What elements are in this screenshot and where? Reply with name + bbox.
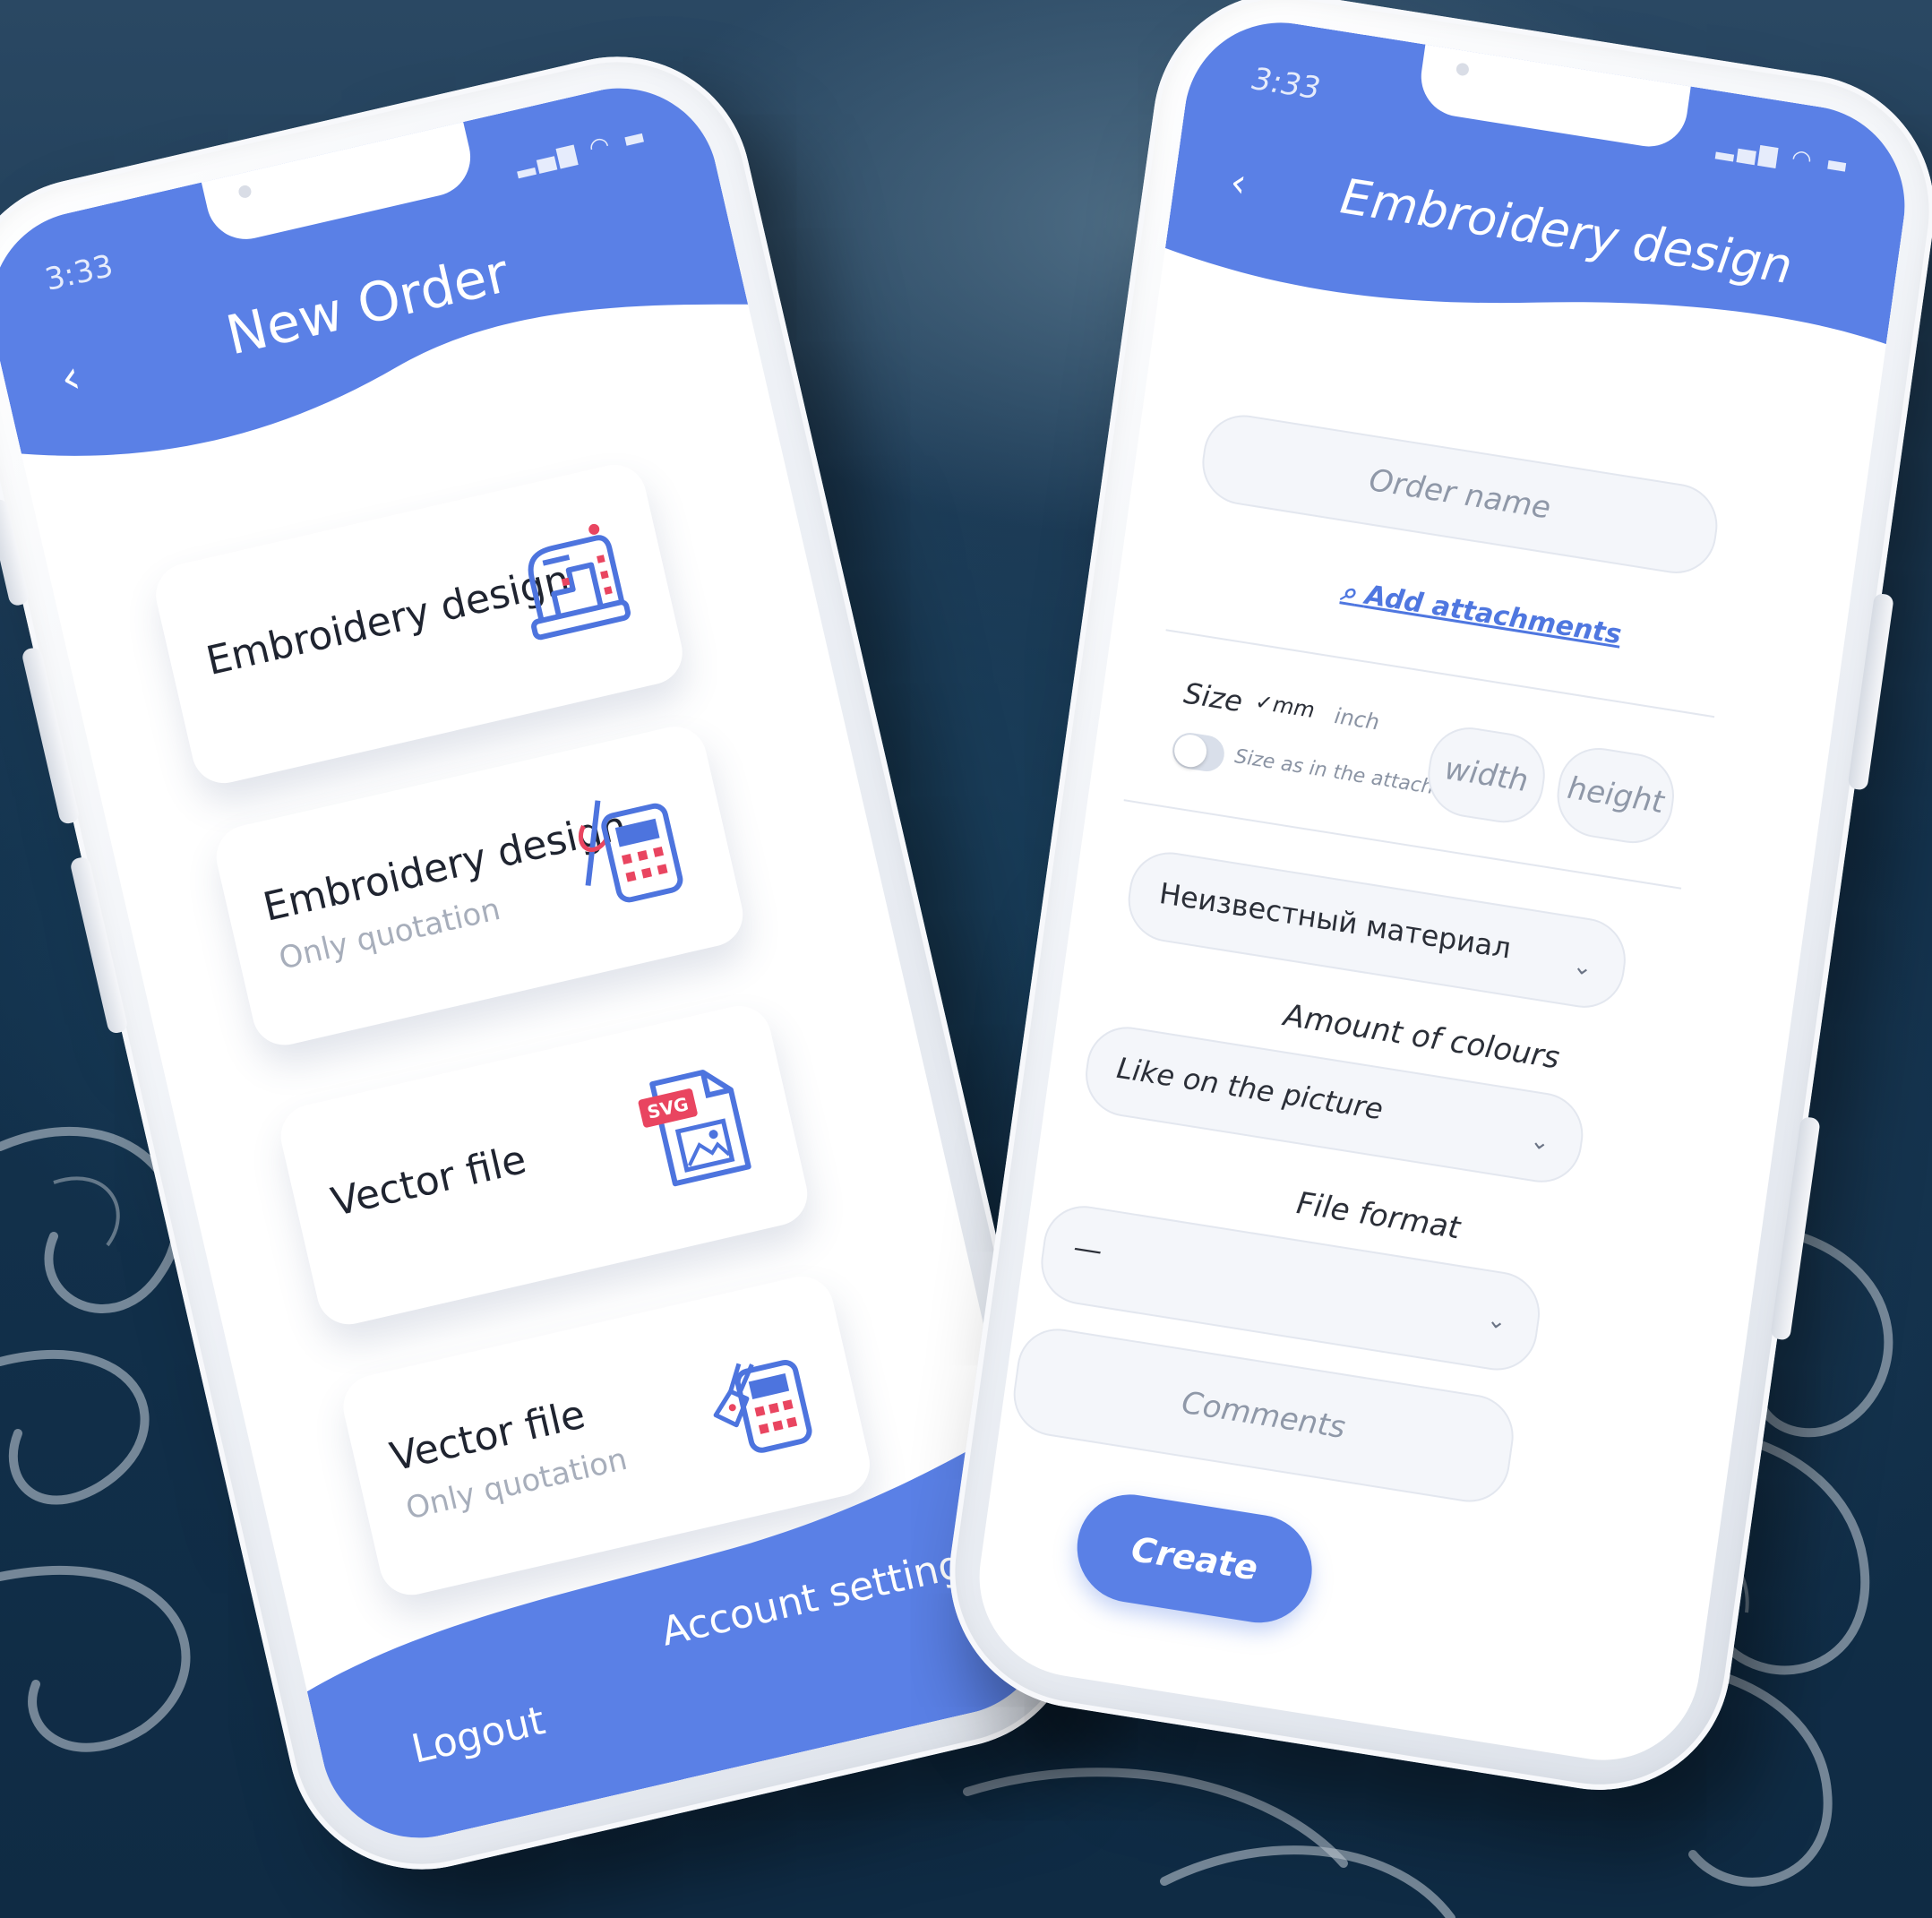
card-embroidery-quotation[interactable]: Embroidery design Only quotation [210,720,750,1052]
phone-new-order: 3:33 ▂▄▆ ◠ ▬ ‹ New Order Embroidery desi… [0,30,1107,1896]
unit-mm-option[interactable]: ✓mm [1254,689,1317,723]
app-header: 3:33 ▂▄▆ ◠ ▬ ‹ New Order [0,68,760,524]
pen-calculator-icon [713,1360,812,1453]
toggle-knob [1172,732,1209,770]
add-attachments-label: Add attachments [1362,579,1624,651]
unit-mm-label: mm [1271,692,1317,724]
chevron-down-icon: ⌄ [1528,1126,1552,1157]
paperclip-icon: ⌕ [1338,575,1359,609]
new-order-screen: 3:33 ▂▄▆ ◠ ▬ ‹ New Order Embroidery desi… [0,68,1069,1858]
chevron-down-icon: ⌄ [1485,1305,1508,1336]
order-name-input[interactable]: Order name [1197,409,1723,580]
card-embroidery-design[interactable]: Embroidery design [150,458,689,790]
front-camera [1455,62,1470,77]
wifi-icon: ◠ [586,130,616,162]
width-input[interactable]: width [1422,721,1550,829]
phone-embroidery-design: 3:33 ▂▄▆ ◠ ▬ ‹ Embroidery design Order n… [932,0,1932,1810]
unit-inch-option[interactable]: inch [1333,703,1381,735]
embroidery-design-screen: 3:33 ▂▄▆ ◠ ▬ ‹ Embroidery design Order n… [966,8,1918,1775]
needle-calculator-icon [578,800,683,903]
svg-file-icon: SVG [638,1070,751,1187]
chevron-down-icon: ⌄ [1571,952,1594,983]
battery-icon: ▬ [1824,150,1854,181]
scene: 3:33 ▂▄▆ ◠ ▬ ‹ New Order Embroidery desi… [0,0,1932,1918]
create-button[interactable]: Create [1069,1486,1319,1630]
add-attachments-link[interactable]: ⌕ Add attachments [1120,541,1842,686]
material-value: Неизвестный материал [1157,875,1514,966]
height-input[interactable]: height [1551,742,1679,849]
card-vector-file[interactable]: Vector file SVG [274,999,814,1331]
card-title: Vector file [327,1136,531,1226]
size-label: Size [1181,675,1245,719]
power-button [1847,592,1894,791]
sewing-machine-icon [528,523,631,641]
app-header: 3:33 ▂▄▆ ◠ ▬ ‹ Embroidery design [1158,8,1918,416]
file-format-value: — [1071,1229,1105,1269]
size-as-attachment-toggle[interactable] [1170,730,1227,774]
colours-value: Like on the picture [1114,1050,1386,1127]
mute-switch [0,497,30,607]
wifi-icon: ◠ [1790,144,1817,176]
side-button [1770,1115,1821,1341]
front-camera [237,184,253,200]
